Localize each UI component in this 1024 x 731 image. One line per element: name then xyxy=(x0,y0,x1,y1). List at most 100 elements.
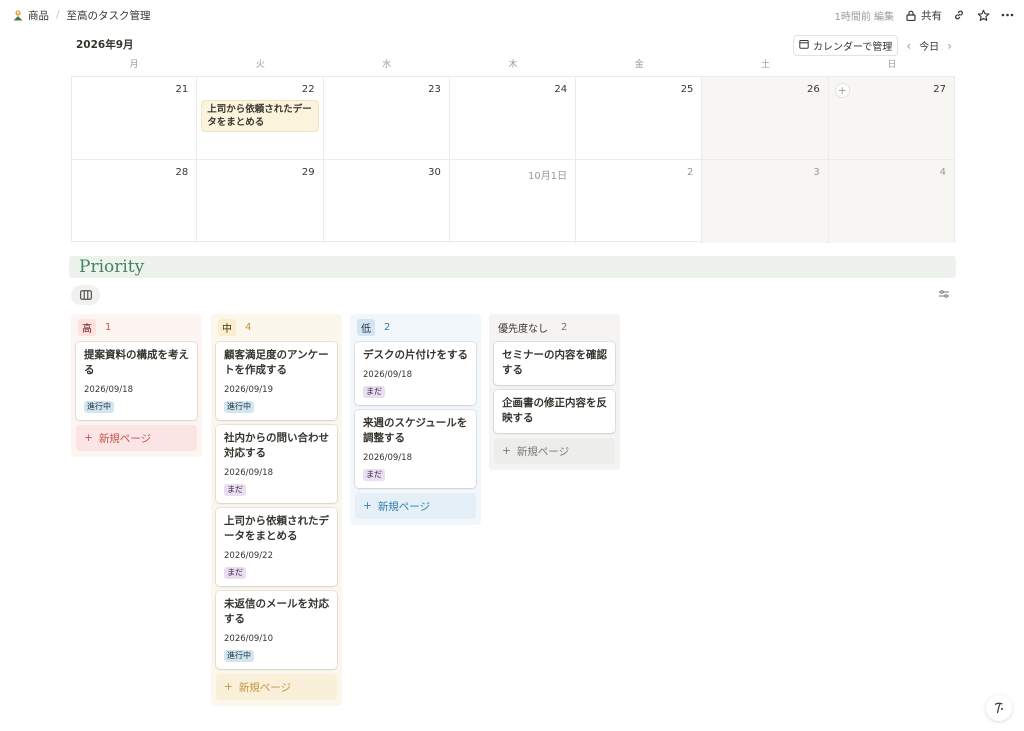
prev-month-chevron-icon[interactable]: ‹ xyxy=(906,39,911,53)
manage-in-calendar-label: カレンダーで管理 xyxy=(812,42,893,53)
weekday-label: 木 xyxy=(508,60,518,70)
weekday-label: 日 xyxy=(887,60,897,70)
day-number: 2 xyxy=(687,167,694,178)
calendar-day-cell[interactable]: 24 xyxy=(450,77,577,160)
next-month-chevron-icon[interactable]: › xyxy=(947,39,952,53)
weekday-header-row: 月 火 水 木 金 土 日 xyxy=(71,57,955,73)
new-page-button[interactable]: + 新規ページ xyxy=(216,674,337,700)
calendar-day-cell[interactable]: 26 xyxy=(702,77,829,160)
day-number: 10月1日 xyxy=(528,171,568,182)
column-header: 優先度なし 2 xyxy=(496,318,615,336)
calendar-day-cell[interactable]: 29 xyxy=(197,160,324,243)
edited-timestamp[interactable]: 1時間前 編集 xyxy=(834,8,894,23)
calendar-week-row: 21 22 上司から依頼されたデータをまとめる 23 24 25 26 + 27 xyxy=(71,76,955,160)
card-date: 2026/09/19 xyxy=(224,385,273,395)
status-badge: 進行中 xyxy=(224,401,254,413)
card-date: 2026/09/22 xyxy=(224,551,273,561)
star-icon[interactable] xyxy=(976,8,990,22)
section-heading: Priority xyxy=(69,256,956,278)
calendar-day-cell[interactable]: 28 xyxy=(71,160,198,243)
day-number: 22 xyxy=(301,84,315,95)
calendar-day-cell[interactable]: 2 xyxy=(576,160,703,243)
board-card[interactable]: 提案資料の構成を考える 2026/09/18 進行中 xyxy=(76,342,197,420)
top-right-actions: 1時間前 編集 共有 xyxy=(834,0,1014,30)
more-icon[interactable] xyxy=(1000,8,1014,22)
card-title: 来週のスケジュールを調整する xyxy=(363,417,468,444)
lock-icon xyxy=(904,8,918,22)
calendar-day-cell[interactable]: 30 xyxy=(324,160,450,243)
board-card[interactable]: 上司から依頼されたデータをまとめる 2026/09/22 まだ xyxy=(216,508,337,586)
board-card[interactable]: 社内からの問い合わせ対応する 2026/09/18 まだ xyxy=(216,425,337,503)
add-event-plus-icon[interactable]: + xyxy=(834,83,850,98)
board-card[interactable]: デスクの片付けをする 2026/09/18 まだ xyxy=(355,342,476,405)
weekday-label: 水 xyxy=(382,60,392,70)
calendar-icon xyxy=(799,39,809,52)
breadcrumb-workspace[interactable]: 商品 xyxy=(28,8,49,23)
weekday-label: 月 xyxy=(129,60,139,70)
board-column-medium: 中 4 顧客満足度のアンケートを作成する 2026/09/19 進行中 社内から… xyxy=(211,314,342,706)
ai-assistant-icon[interactable] xyxy=(986,695,1012,721)
top-bar: 商品 / 至高のタスク管理 1時間前 編集 共有 xyxy=(0,0,1024,30)
link-icon[interactable] xyxy=(952,8,966,22)
card-date: 2026/09/18 xyxy=(224,468,273,478)
board-card[interactable]: 顧客満足度のアンケートを作成する 2026/09/19 進行中 xyxy=(216,342,337,420)
new-page-button[interactable]: + 新規ページ xyxy=(355,493,476,519)
priority-tag[interactable]: 高 xyxy=(78,318,96,336)
card-title: 上司から依頼されたデータをまとめる xyxy=(224,515,329,542)
calendar-day-cell[interactable]: 10月1日 xyxy=(450,160,577,243)
board-card[interactable]: 来週のスケジュールを調整する 2026/09/18 まだ xyxy=(355,410,476,488)
today-button[interactable]: 今日 xyxy=(919,38,939,53)
card-title: 顧客満足度のアンケートを作成する xyxy=(224,349,329,376)
card-title: デスクの片付けをする xyxy=(363,349,468,361)
board-card[interactable]: 未返信のメールを対応する 2026/09/10 進行中 xyxy=(216,591,337,669)
workspace-icon xyxy=(12,9,24,21)
new-page-label: 新規ページ xyxy=(98,432,152,445)
new-page-button[interactable]: + 新規ページ xyxy=(494,438,615,464)
priority-tag[interactable]: 優先度なし xyxy=(496,319,552,336)
day-number: 4 xyxy=(939,167,946,178)
priority-tag[interactable]: 中 xyxy=(218,318,236,336)
plus-icon: + xyxy=(224,681,233,693)
calendar-day-cell[interactable]: 23 xyxy=(324,77,450,160)
calendar-controls: カレンダーで管理 ‹ 今日 › xyxy=(792,35,952,56)
manage-in-calendar-button[interactable]: カレンダーで管理 xyxy=(792,35,899,56)
board-column-high: 高 1 提案資料の構成を考える 2026/09/18 進行中 + 新規ページ xyxy=(71,314,202,457)
column-count: 2 xyxy=(384,321,391,333)
weekday-label: 金 xyxy=(634,60,644,70)
new-page-label: 新規ページ xyxy=(377,500,431,513)
weekday-label: 土 xyxy=(761,60,771,70)
column-header: 低 2 xyxy=(357,318,476,336)
share-label: 共有 xyxy=(921,9,942,22)
board-view-icon[interactable] xyxy=(71,285,100,305)
filter-settings-icon[interactable] xyxy=(938,289,952,301)
status-badge: 進行中 xyxy=(224,650,254,662)
plus-icon: + xyxy=(502,445,511,457)
calendar-event[interactable]: 上司から依頼されたデータをまとめる xyxy=(201,100,320,132)
card-date: 2026/09/10 xyxy=(224,634,273,644)
priority-tag[interactable]: 低 xyxy=(357,318,375,336)
status-badge: まだ xyxy=(224,567,246,579)
card-title: 未返信のメールを対応する xyxy=(224,598,329,625)
day-number: 26 xyxy=(806,84,820,95)
board-card[interactable]: 企画書の修正内容を反映する xyxy=(494,390,615,433)
calendar-day-cell[interactable]: + 27 xyxy=(828,77,955,160)
new-page-label: 新規ページ xyxy=(516,445,570,458)
calendar-day-cell[interactable]: 25 xyxy=(576,77,703,160)
share-button[interactable]: 共有 xyxy=(904,8,942,23)
new-page-button[interactable]: + 新規ページ xyxy=(76,425,197,451)
plus-icon: + xyxy=(84,432,93,444)
calendar-day-cell[interactable]: 4 xyxy=(828,160,955,243)
calendar-day-cell[interactable]: 22 上司から依頼されたデータをまとめる xyxy=(197,77,324,160)
calendar-day-cell[interactable]: 21 xyxy=(71,77,198,160)
card-title: 企画書の修正内容を反映する xyxy=(502,397,607,424)
status-badge: まだ xyxy=(363,469,385,481)
column-count: 4 xyxy=(245,321,252,333)
calendar-week-row: 28 29 30 10月1日 2 3 4 xyxy=(71,159,955,243)
calendar-day-cell[interactable]: 3 xyxy=(702,160,829,243)
card-date: 2026/09/18 xyxy=(363,370,412,380)
day-number: 28 xyxy=(175,167,189,178)
breadcrumb-page[interactable]: 至高のタスク管理 xyxy=(67,8,151,23)
calendar-month-label: 2026年9月 xyxy=(76,39,134,51)
day-number: 23 xyxy=(428,84,441,95)
board-card[interactable]: セミナーの内容を確認する xyxy=(494,342,615,385)
